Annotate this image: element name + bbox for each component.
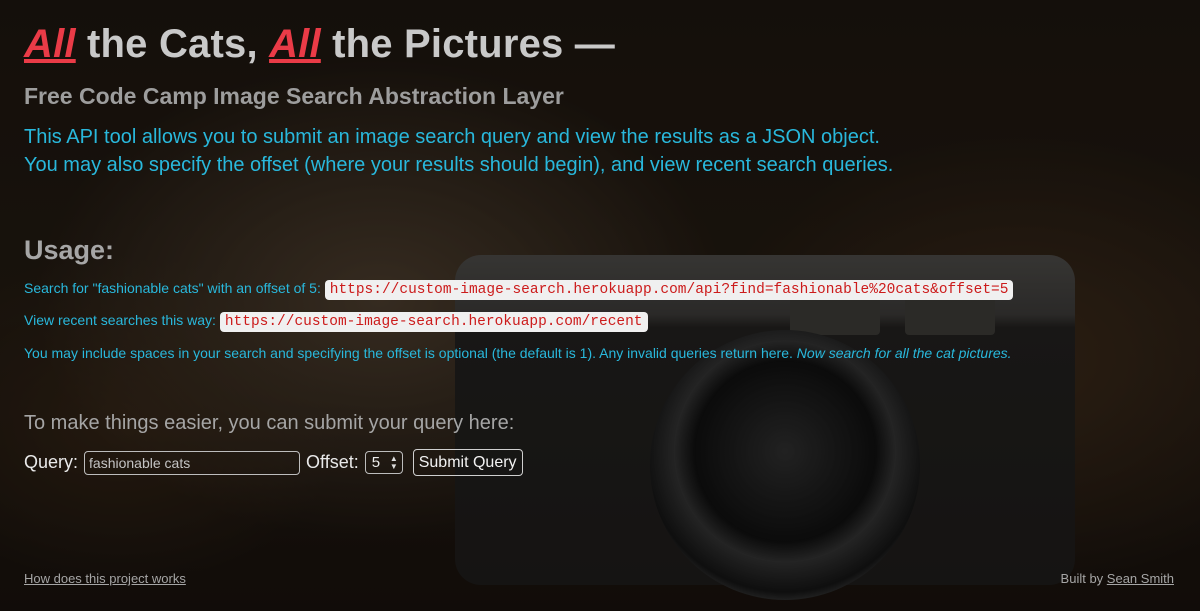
how-it-works-link[interactable]: How does this project works bbox=[24, 571, 186, 586]
offset-select-value: 5 bbox=[371, 454, 381, 471]
page-subtitle: Free Code Camp Image Search Abstraction … bbox=[24, 83, 564, 109]
author-link[interactable]: Sean Smith bbox=[1107, 571, 1174, 586]
query-input-value: fashionable cats bbox=[89, 454, 191, 471]
usage-recent-line: View recent searches this way: https://c… bbox=[24, 312, 648, 332]
title-text: the Cats, bbox=[75, 22, 270, 66]
intro-line-1: This API tool allows you to submit an im… bbox=[24, 126, 880, 148]
footer-credit: Built by Sean Smith bbox=[1061, 571, 1174, 586]
search-form: Query: fashionable cats Offset: 5 ▲ ▼ Sub… bbox=[24, 449, 523, 476]
usage-recent-text: View recent searches this way: bbox=[24, 312, 216, 328]
query-input[interactable]: fashionable cats bbox=[84, 450, 301, 475]
query-label: Query: bbox=[24, 452, 79, 472]
page-title: All the Cats, All the Pictures — bbox=[24, 22, 615, 67]
built-by-text: Built by bbox=[1060, 571, 1107, 586]
submit-query-button[interactable]: Submit Query bbox=[412, 449, 523, 476]
usage-note-emphasis: Now search for all the cat pictures. bbox=[796, 345, 1012, 361]
intro-line-2: You may also specify the offset (where y… bbox=[24, 154, 894, 176]
usage-heading: Usage: bbox=[24, 235, 115, 265]
title-all-emphasis-2: All bbox=[269, 22, 321, 66]
title-text-2: the Pictures — bbox=[320, 22, 615, 66]
usage-search-text: Search for "fashionable cats" with an of… bbox=[24, 280, 321, 296]
usage-recent-url[interactable]: https://custom-image-search.herokuapp.co… bbox=[219, 312, 648, 332]
page-content: All the Cats, All the Pictures — Free Co… bbox=[0, 0, 1200, 611]
title-all-emphasis: All bbox=[24, 22, 76, 66]
select-updown-icon: ▲ ▼ bbox=[389, 453, 398, 471]
form-prompt: To make things easier, you can submit yo… bbox=[24, 412, 515, 434]
offset-label: Offset: bbox=[306, 452, 359, 472]
usage-note-line: You may include spaces in your search an… bbox=[24, 345, 1012, 361]
usage-search-url[interactable]: https://custom-image-search.herokuapp.co… bbox=[324, 280, 1014, 300]
intro-paragraph: This API tool allows you to submit an im… bbox=[24, 123, 893, 179]
usage-search-line: Search for "fashionable cats" with an of… bbox=[24, 280, 1014, 300]
usage-note: You may include spaces in your search an… bbox=[24, 345, 793, 361]
offset-select[interactable]: 5 ▲ ▼ bbox=[364, 451, 403, 474]
